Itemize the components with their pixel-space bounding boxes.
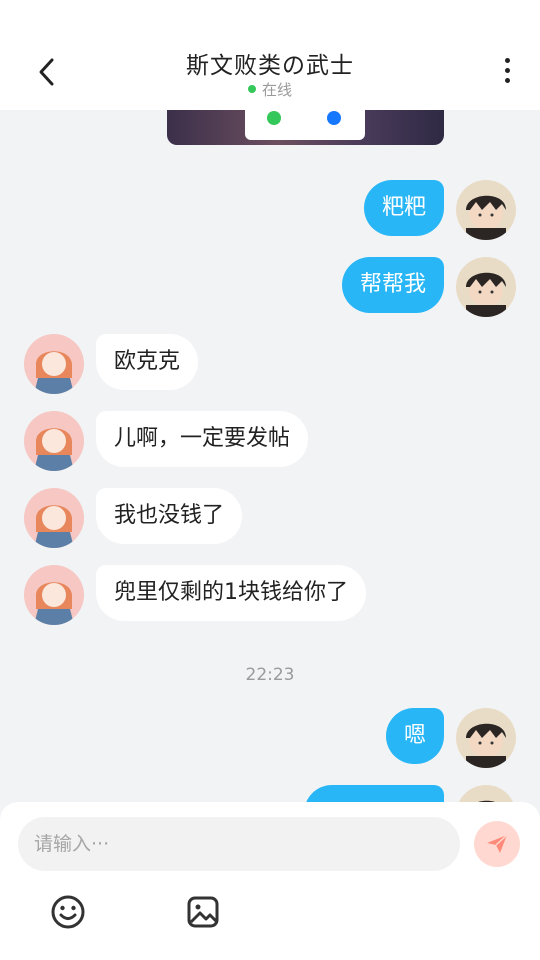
avatar-contact[interactable]: [24, 411, 84, 471]
wechat-icon: [267, 111, 281, 125]
message-bubble-me[interactable]: 粑粑: [363, 180, 444, 236]
message-bubble-me[interactable]: 帮帮我: [341, 257, 444, 313]
timestamp: 22:23: [245, 665, 295, 685]
avatar-contact[interactable]: [24, 334, 84, 394]
paper-plane-icon: [487, 834, 508, 853]
avatar-me[interactable]: [456, 180, 516, 240]
avatar-me[interactable]: [456, 708, 516, 768]
avatar-contact[interactable]: [24, 565, 84, 625]
chat-header: 斯文败类の武士 在线: [0, 0, 540, 110]
contact-name: 斯文败类の武士: [186, 53, 354, 79]
message-composer: [0, 802, 540, 960]
message-input[interactable]: [18, 817, 460, 871]
online-status: 在线: [0, 79, 540, 100]
online-dot-icon: [247, 84, 256, 93]
message-bubble-contact[interactable]: 我也没钱了: [96, 488, 243, 544]
message-bubble-contact[interactable]: 欧克克: [96, 334, 199, 390]
message-bubble-me[interactable]: 嗯: [385, 708, 444, 764]
send-button[interactable]: [474, 821, 520, 867]
message-bubble-contact[interactable]: 兜里仅剩的1块钱给你了: [96, 565, 366, 621]
alipay-icon: [327, 111, 341, 125]
avatar-contact[interactable]: [24, 488, 84, 548]
message-bubble-contact[interactable]: 儿啊，一定要发帖: [96, 411, 309, 467]
avatar-me[interactable]: [456, 257, 516, 317]
emoji-icon[interactable]: [48, 892, 88, 932]
more-options-icon[interactable]: [496, 58, 518, 92]
image-icon[interactable]: [183, 892, 223, 932]
status-text: 在线: [261, 81, 292, 99]
